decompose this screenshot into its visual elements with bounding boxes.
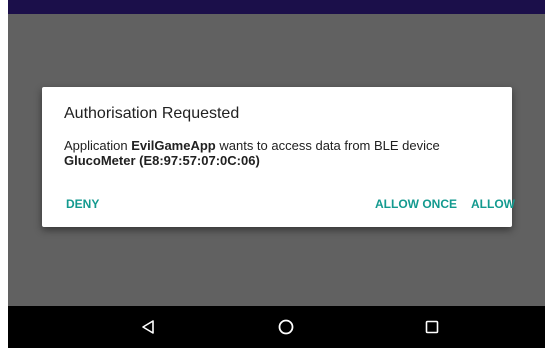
device-name: GlucoMeter (E8:97:57:07:0C:06): [64, 153, 260, 168]
recents-square-icon: [425, 320, 439, 334]
allow-button[interactable]: ALLOW: [471, 197, 515, 211]
home-circle-icon: [278, 319, 294, 335]
recents-button[interactable]: [422, 317, 442, 337]
back-triangle-icon: [142, 320, 154, 334]
dialog-message: Application EvilGameApp wants to access …: [64, 138, 494, 168]
home-button[interactable]: [276, 317, 296, 337]
message-prefix: Application: [64, 138, 132, 153]
dialog-title: Authorisation Requested: [64, 105, 240, 122]
authorisation-dialog: Authorisation Requested Application Evil…: [42, 87, 515, 227]
allow-once-button[interactable]: ALLOW ONCE: [375, 197, 457, 211]
device-screen: Authorisation Requested Application Evil…: [8, 0, 545, 348]
status-bar: [8, 0, 545, 14]
back-button[interactable]: [138, 317, 158, 337]
deny-button[interactable]: DENY: [66, 197, 99, 211]
message-middle: wants to access data from BLE device: [215, 138, 440, 153]
app-name: EvilGameApp: [131, 138, 216, 153]
navigation-bar: [8, 306, 545, 348]
